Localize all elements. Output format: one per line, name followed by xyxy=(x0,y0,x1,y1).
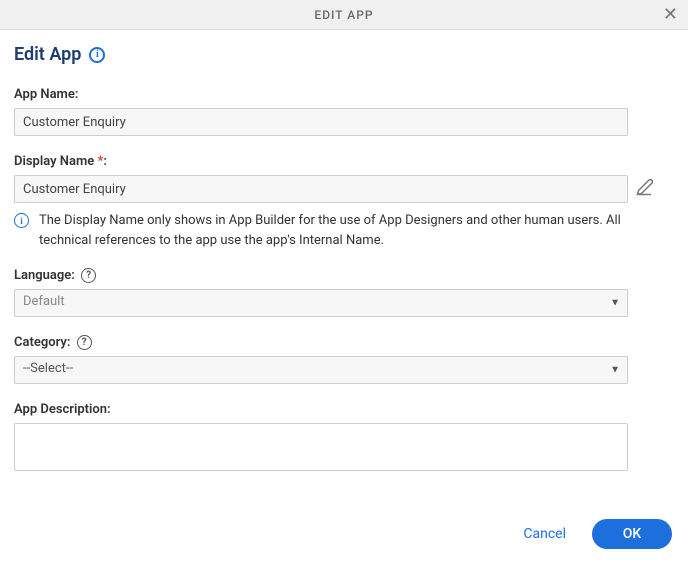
category-select-wrapper: --Select-- ▼ xyxy=(14,356,628,384)
display-name-row xyxy=(14,175,674,203)
app-name-label: App Name: xyxy=(14,87,674,102)
language-select[interactable]: Default xyxy=(14,289,628,317)
page-title-row: Edit App i xyxy=(14,44,674,65)
cancel-button[interactable]: Cancel xyxy=(523,526,566,542)
language-select-wrapper: Default ▼ xyxy=(14,289,628,317)
category-label-text: Category: xyxy=(14,335,70,350)
close-icon[interactable]: ✕ xyxy=(663,6,678,24)
category-select[interactable]: --Select-- xyxy=(14,356,628,384)
display-name-label-text: Display Name xyxy=(14,154,98,169)
help-icon[interactable]: ? xyxy=(81,268,96,283)
dialog-content: Edit App i App Name: Display Name *: i T… xyxy=(0,30,688,475)
display-name-group: Display Name *: i The Display Name only … xyxy=(14,154,674,250)
display-name-input[interactable] xyxy=(14,175,628,203)
app-name-input[interactable] xyxy=(14,108,628,136)
category-group: Category: ? --Select-- ▼ xyxy=(14,335,674,384)
app-description-label: App Description: xyxy=(14,402,674,417)
language-label: Language: ? xyxy=(14,268,674,283)
info-icon: i xyxy=(14,213,29,228)
page-title: Edit App xyxy=(14,44,81,65)
display-name-label: Display Name *: xyxy=(14,154,674,169)
help-icon[interactable]: ? xyxy=(77,335,92,350)
display-name-label-suffix: : xyxy=(103,154,107,169)
app-name-group: App Name: xyxy=(14,87,674,136)
display-name-info-text: The Display Name only shows in App Build… xyxy=(39,211,674,250)
dialog-title: EDIT APP xyxy=(314,8,373,22)
app-description-input[interactable] xyxy=(14,423,628,471)
dialog-footer: Cancel OK xyxy=(0,505,688,563)
app-description-group: App Description: xyxy=(14,402,674,475)
language-label-text: Language: xyxy=(14,268,75,283)
dialog-header: EDIT APP ✕ xyxy=(0,0,688,30)
info-icon[interactable]: i xyxy=(89,47,105,63)
display-name-info-row: i The Display Name only shows in App Bui… xyxy=(14,211,674,250)
language-group: Language: ? Default ▼ xyxy=(14,268,674,317)
edit-icon[interactable] xyxy=(636,178,654,200)
category-label: Category: ? xyxy=(14,335,674,350)
